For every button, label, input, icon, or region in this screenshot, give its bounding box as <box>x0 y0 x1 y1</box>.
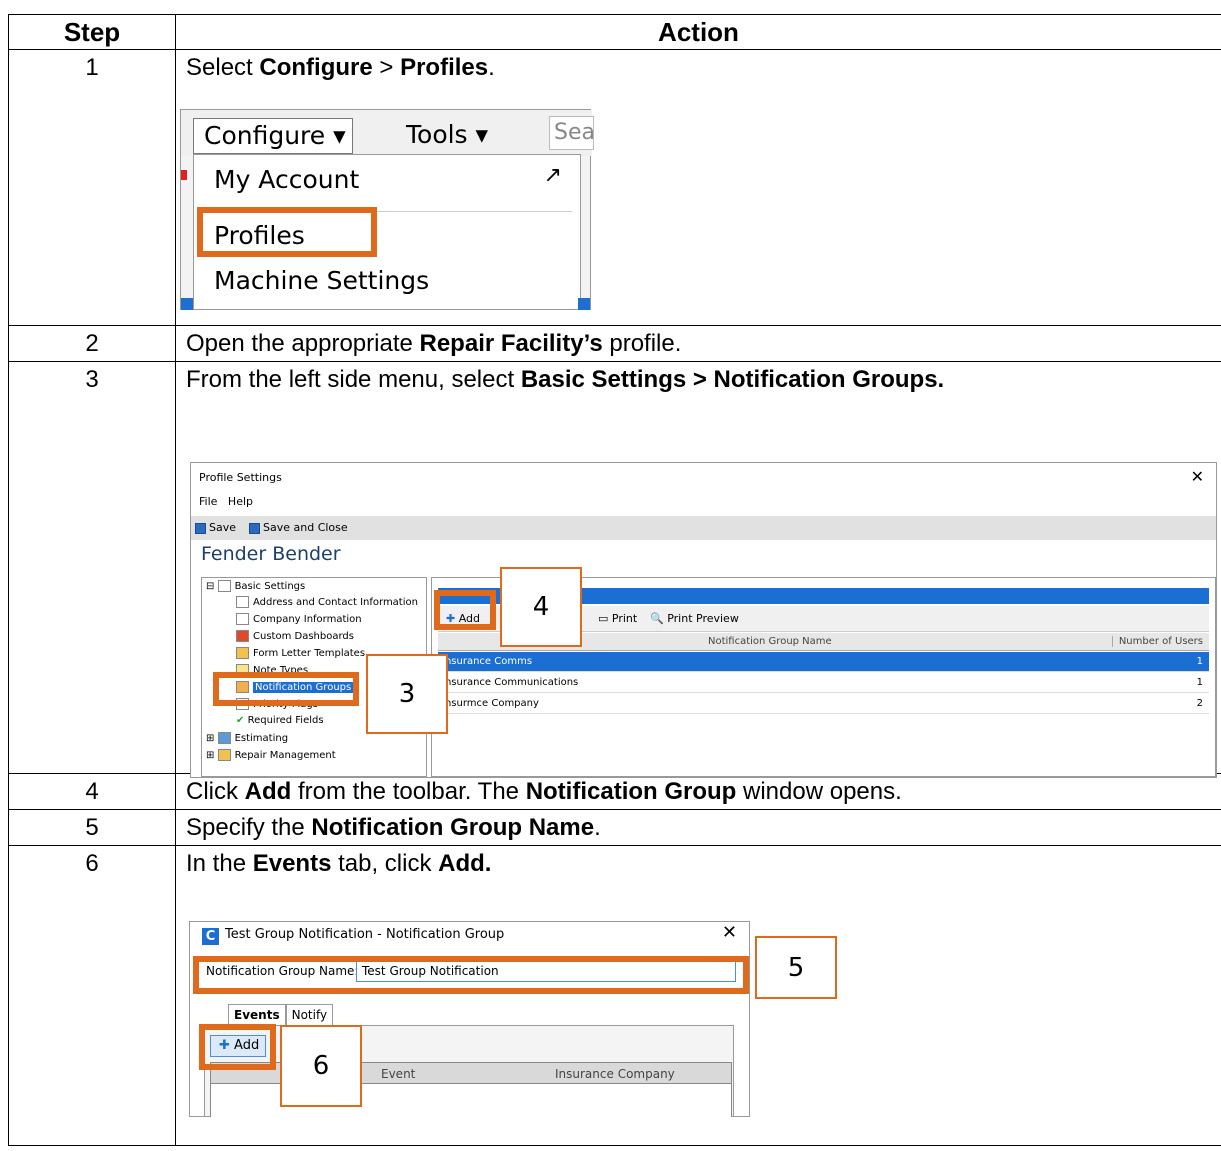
menu-item-machine-settings[interactable]: Machine Settings <box>214 266 429 295</box>
dashboard-icon <box>236 630 249 642</box>
table-row[interactable]: Insurance Comms 1 <box>438 652 1209 672</box>
callout-3: 3 <box>366 654 448 734</box>
column-insurance-company[interactable]: Insurance Company <box>555 1067 675 1081</box>
close-icon[interactable]: ✕ <box>722 922 737 943</box>
tree-node-company-info[interactable]: Company Information <box>236 613 362 625</box>
highlight-notification-groups <box>213 672 359 706</box>
tab-events[interactable]: Events <box>228 1004 286 1025</box>
save-icon <box>195 522 206 534</box>
tree-node-required-fields[interactable]: ✔ Required Fields <box>236 715 324 726</box>
menu-file[interactable]: File <box>199 495 217 508</box>
step-action: Open the appropriate Repair Facility’s p… <box>175 325 1221 362</box>
background-accent <box>181 298 193 310</box>
highlight-add <box>434 590 496 630</box>
configure-menu-button[interactable]: Configure ▾ <box>193 118 353 154</box>
step-number: 6 <box>8 845 176 1146</box>
tools-menu-button[interactable]: Tools ▾ <box>406 120 488 149</box>
callout-5: 5 <box>755 936 837 999</box>
page-icon <box>236 613 249 625</box>
tree-node-form-letter[interactable]: Form Letter Templates <box>236 647 365 659</box>
save-and-close-button[interactable]: Save and Close <box>249 521 348 534</box>
letter-icon <box>236 647 249 659</box>
header-action: Action <box>175 14 1221 50</box>
window-title: Test Group Notification - Notification G… <box>225 927 505 942</box>
app-icon: C <box>202 928 219 945</box>
close-icon[interactable]: ✕ <box>1191 467 1204 486</box>
step-number: 4 <box>8 773 176 810</box>
step-action: Click Add from the toolbar. The Notifica… <box>175 773 1221 810</box>
window-title: Profile Settings <box>199 471 282 484</box>
notification-group-screenshot: C Test Group Notification - Notification… <box>189 921 750 1117</box>
save-button[interactable]: Save <box>195 521 236 534</box>
folder-icon <box>217 749 231 761</box>
step-number: 5 <box>8 809 176 846</box>
page-icon <box>236 596 249 608</box>
menu-bar: File Help <box>199 495 253 508</box>
tree-node-address[interactable]: Address and Contact Information <box>236 596 418 608</box>
tree-node-basic-settings[interactable]: ⊟ Basic Settings <box>206 580 305 592</box>
tree-node-custom-dashboards[interactable]: Custom Dashboards <box>236 630 354 642</box>
callout-6: 6 <box>280 1025 362 1107</box>
printer-icon: ▭ <box>598 612 609 625</box>
company-name: Fender Bender <box>201 543 341 565</box>
print-preview-button[interactable]: 🔍 Print Preview <box>650 612 739 625</box>
car-icon <box>217 732 231 744</box>
step-number: 3 <box>8 361 176 774</box>
callout-4: 4 <box>500 567 582 647</box>
tree-node-estimating[interactable]: ⊞ Estimating <box>206 732 288 744</box>
column-number-of-users[interactable]: Number of Users <box>1111 636 1203 647</box>
toolbar: Save Save and Close <box>191 516 1216 540</box>
tab-strip: Events Notify <box>228 1004 334 1025</box>
column-group-name[interactable]: Notification Group Name <box>708 636 832 647</box>
menu-help[interactable]: Help <box>228 495 253 508</box>
column-event[interactable]: Event <box>381 1067 415 1081</box>
header-step: Step <box>8 14 176 50</box>
checkmark-icon: ✔ <box>236 715 245 726</box>
highlight-profiles <box>197 207 377 257</box>
menu-bar: Configure ▾ Tools ▾ Sea <box>181 110 594 156</box>
save-icon <box>249 522 260 534</box>
table-row[interactable]: Insurance Communications 1 <box>438 673 1209 693</box>
step-number: 1 <box>8 49 176 326</box>
tree-node-repair-management[interactable]: ⊞ Repair Management <box>206 749 336 761</box>
profile-settings-screenshot: Profile Settings ✕ File Help Save Save a… <box>190 462 1217 778</box>
table-row[interactable]: Insurmce Company 2 <box>438 694 1209 714</box>
background-accent <box>181 170 187 180</box>
search-input[interactable]: Sea <box>549 116 594 150</box>
highlight-add-event <box>199 1024 276 1070</box>
highlight-group-name <box>193 956 749 994</box>
step-number: 2 <box>8 325 176 362</box>
preview-icon: 🔍 <box>650 612 664 625</box>
menu-item-my-account[interactable]: My Account <box>214 165 359 194</box>
external-link-icon: ↗ <box>543 163 562 188</box>
folder-icon <box>217 580 231 592</box>
step-action: Specify the Notification Group Name. <box>175 809 1221 846</box>
tab-notify[interactable]: Notify <box>285 1004 334 1025</box>
print-button[interactable]: ▭ Print <box>598 612 637 625</box>
background-accent <box>578 298 590 310</box>
